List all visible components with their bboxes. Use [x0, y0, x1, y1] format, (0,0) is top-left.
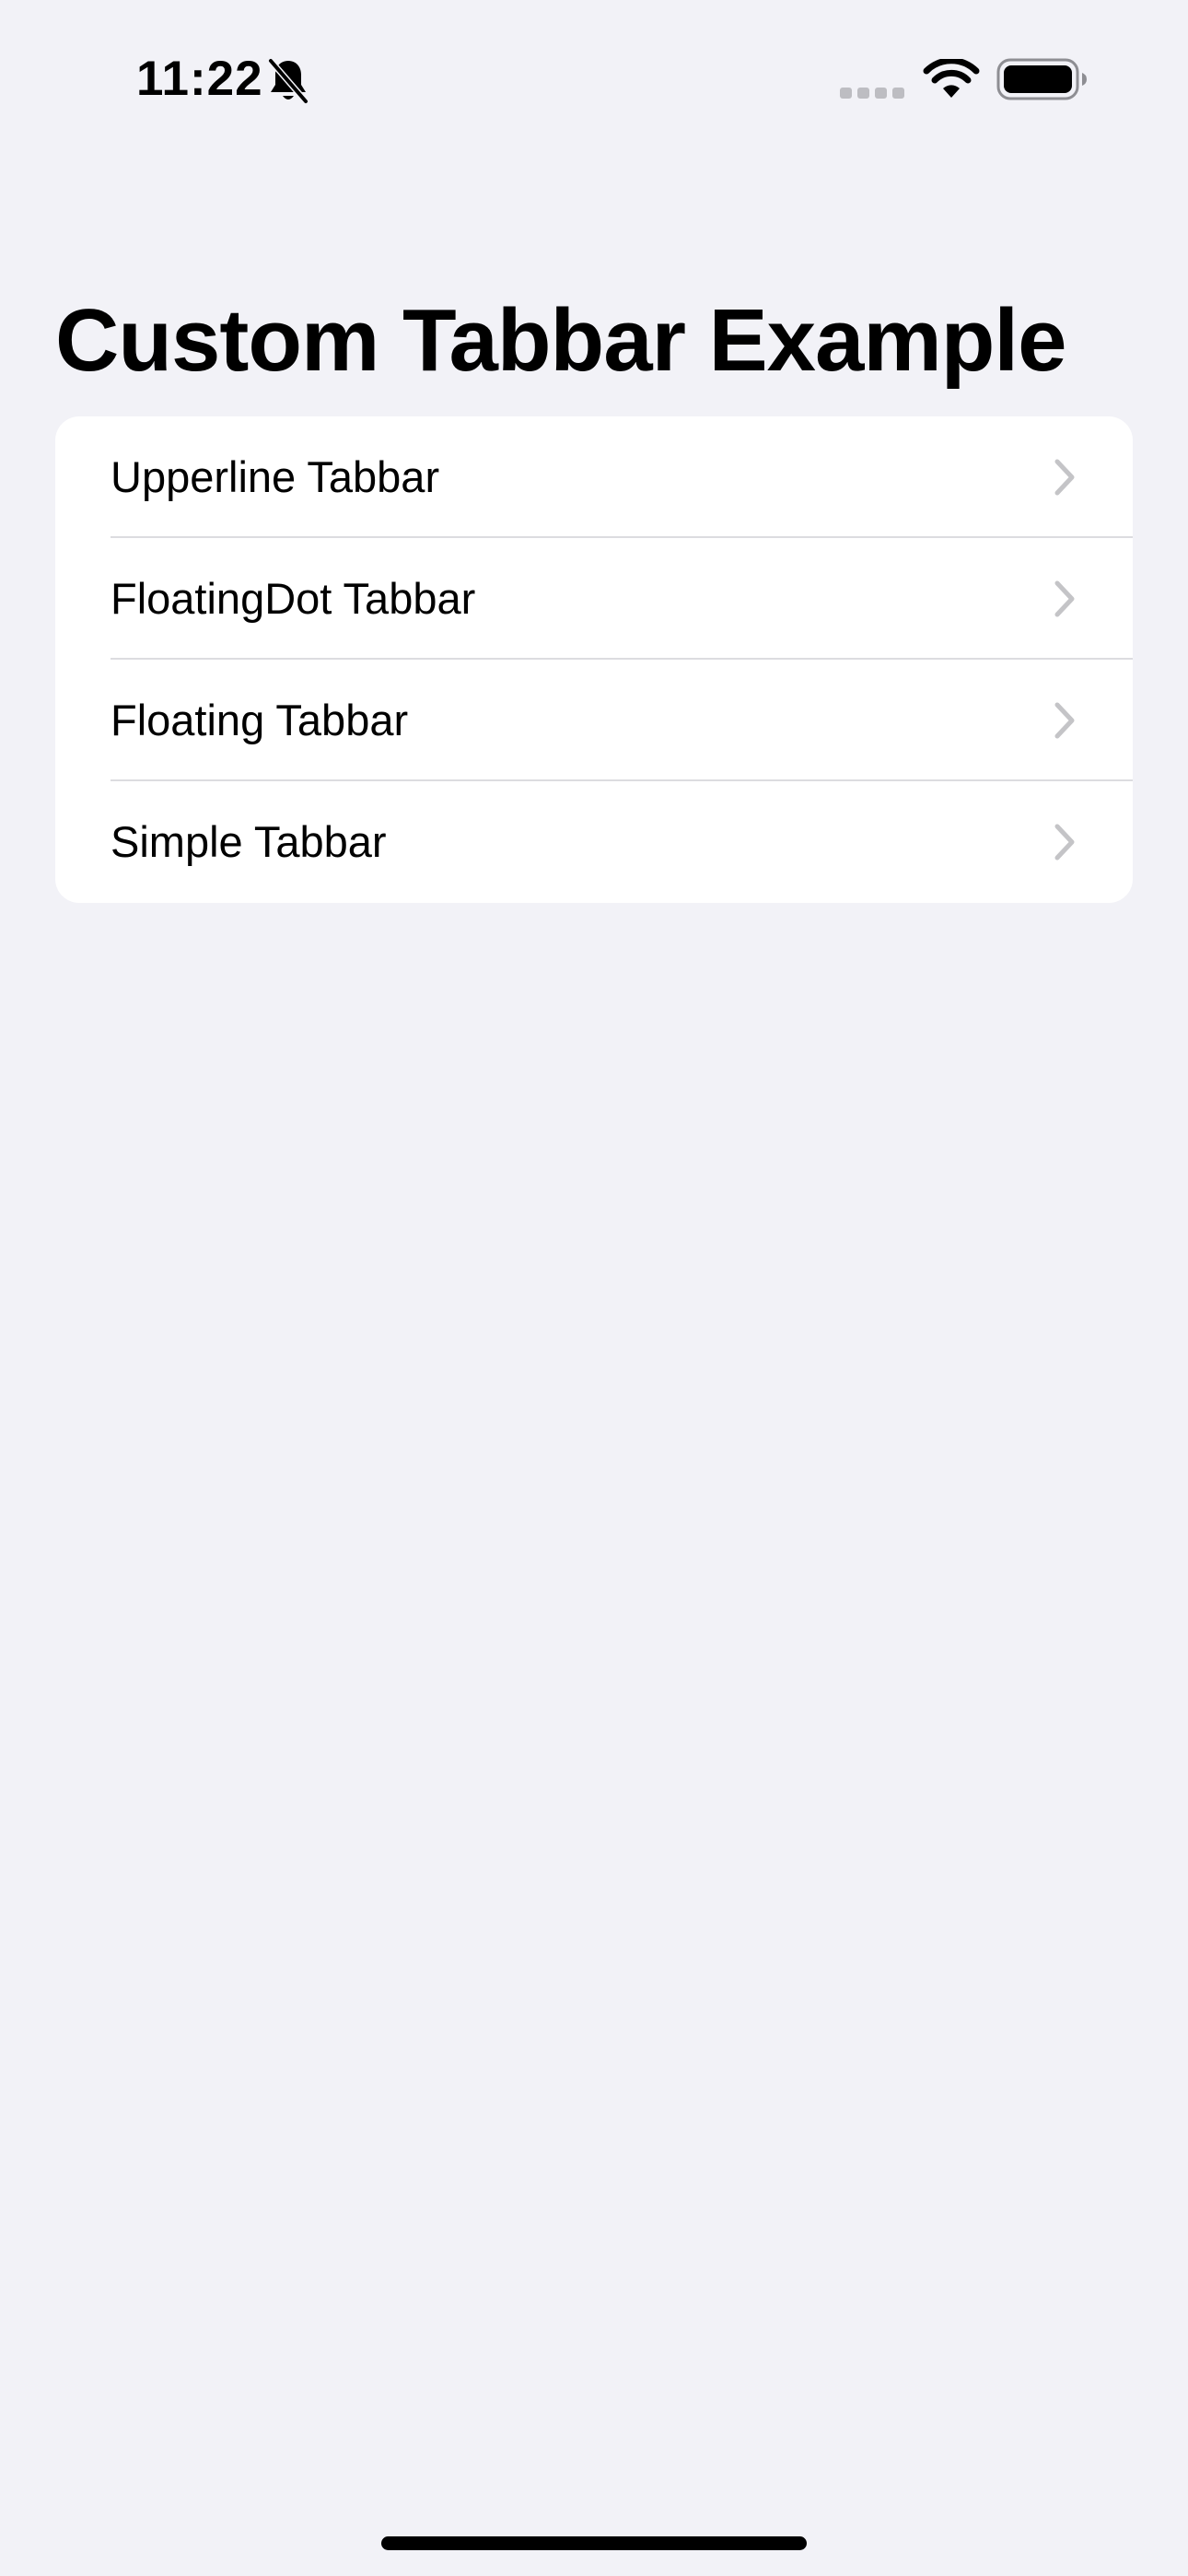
list-item-upperline-tabbar[interactable]: Upperline Tabbar	[55, 416, 1133, 538]
battery-icon	[996, 58, 1087, 100]
navigation-list: Upperline Tabbar FloatingDot Tabbar Floa…	[55, 416, 1133, 903]
list-item-label: Upperline Tabbar	[111, 452, 440, 501]
page-title: Custom Tabbar Example	[55, 291, 1066, 390]
list-item-floating-tabbar[interactable]: Floating Tabbar	[55, 660, 1133, 781]
list-item-floatingdot-tabbar[interactable]: FloatingDot Tabbar	[55, 538, 1133, 660]
home-indicator[interactable]	[381, 2536, 807, 2550]
chevron-right-icon	[1054, 824, 1075, 861]
status-bar: 11:22	[0, 0, 1188, 157]
list-item-label: Simple Tabbar	[111, 817, 387, 866]
wifi-icon	[923, 59, 980, 98]
status-time: 11:22	[136, 52, 263, 106]
chevron-right-icon	[1054, 459, 1075, 496]
list-item-label: Floating Tabbar	[111, 696, 409, 744]
list-item-label: FloatingDot Tabbar	[111, 574, 476, 623]
list-item-simple-tabbar[interactable]: Simple Tabbar	[55, 781, 1133, 903]
chevron-right-icon	[1054, 580, 1075, 617]
bell-slash-icon	[267, 57, 309, 105]
cellular-signal-icon	[840, 88, 904, 99]
chevron-right-icon	[1054, 702, 1075, 739]
